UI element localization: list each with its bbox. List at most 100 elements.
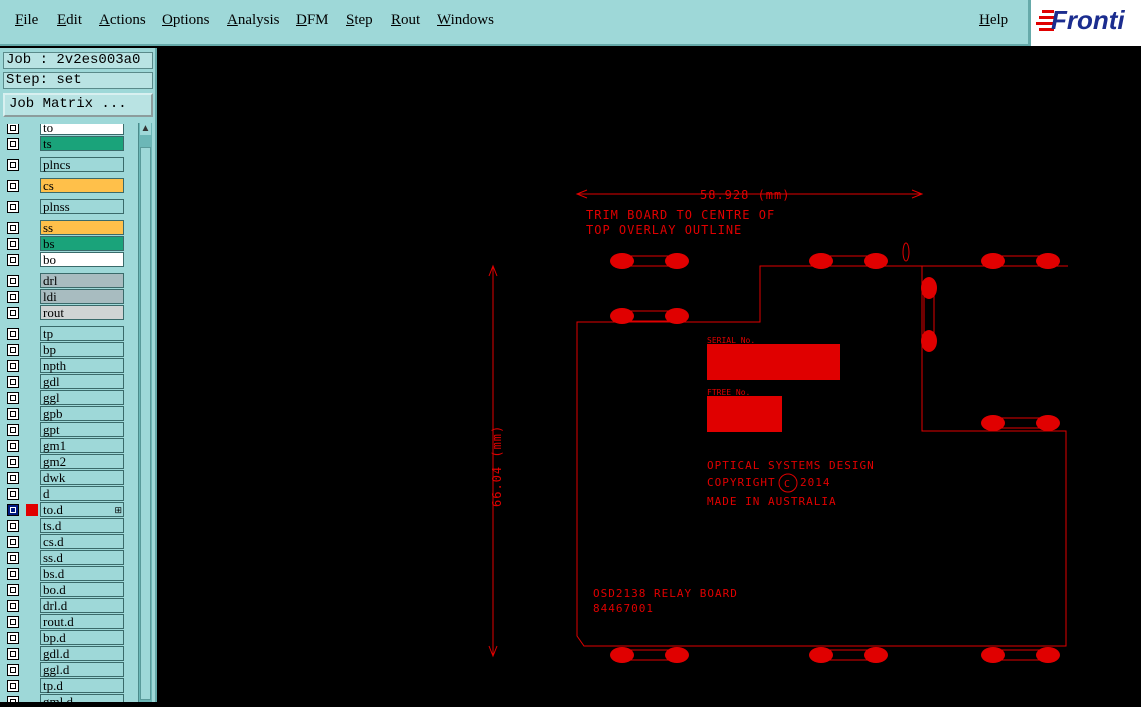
layer-name[interactable]: bo bbox=[40, 252, 124, 267]
layer-name[interactable]: ggl.d bbox=[40, 662, 124, 677]
layer-checkbox[interactable] bbox=[7, 648, 19, 660]
layer-row[interactable]: plncs bbox=[4, 157, 136, 173]
layer-row[interactable]: bs.d bbox=[4, 566, 136, 582]
layer-checkbox[interactable] bbox=[7, 124, 19, 134]
layer-row[interactable]: gpt bbox=[4, 422, 136, 438]
layer-row[interactable]: ss bbox=[4, 220, 136, 236]
layer-scrollbar[interactable]: ▲ bbox=[138, 123, 152, 702]
layer-name[interactable]: ggl bbox=[40, 390, 124, 405]
layer-row[interactable]: ggl.d bbox=[4, 662, 136, 678]
layer-checkbox[interactable] bbox=[7, 275, 19, 287]
menu-step[interactable]: Step bbox=[346, 12, 373, 29]
layer-row[interactable]: ts bbox=[4, 136, 136, 152]
layer-name[interactable]: dwk bbox=[40, 470, 124, 485]
layer-row[interactable]: bo bbox=[4, 252, 136, 268]
layer-row[interactable]: cs.d bbox=[4, 534, 136, 550]
layer-checkbox[interactable] bbox=[7, 584, 19, 596]
layer-name[interactable]: bs.d bbox=[40, 566, 124, 581]
layer-name[interactable]: tp.d bbox=[40, 678, 124, 693]
layer-row[interactable]: gdl bbox=[4, 374, 136, 390]
layer-checkbox[interactable] bbox=[7, 632, 19, 644]
layer-name[interactable]: ldi bbox=[40, 289, 124, 304]
layer-name[interactable]: ss.d bbox=[40, 550, 124, 565]
layer-checkbox[interactable] bbox=[7, 307, 19, 319]
layer-row[interactable]: cs bbox=[4, 178, 136, 194]
layer-name[interactable]: drl.d bbox=[40, 598, 124, 613]
layer-name[interactable]: gdl.d bbox=[40, 646, 124, 661]
menu-edit[interactable]: Edit bbox=[57, 12, 82, 29]
menu-options[interactable]: Options bbox=[162, 12, 210, 29]
layer-checkbox[interactable] bbox=[7, 424, 19, 436]
layer-checkbox[interactable] bbox=[7, 504, 19, 516]
layer-name[interactable]: ts.d bbox=[40, 518, 124, 533]
layer-checkbox[interactable] bbox=[7, 222, 19, 234]
menu-dfm[interactable]: DFM bbox=[296, 12, 329, 29]
menu-actions[interactable]: Actions bbox=[99, 12, 146, 29]
layer-checkbox[interactable] bbox=[7, 328, 19, 340]
layer-name[interactable]: gm2 bbox=[40, 454, 124, 469]
layer-name[interactable]: plncs bbox=[40, 157, 124, 172]
layer-row[interactable]: rout.d bbox=[4, 614, 136, 630]
layer-checkbox[interactable] bbox=[7, 664, 19, 676]
layer-row[interactable]: d bbox=[4, 486, 136, 502]
layer-checkbox[interactable] bbox=[7, 392, 19, 404]
layer-name[interactable]: npth bbox=[40, 358, 124, 373]
layer-name[interactable]: gml.d bbox=[40, 694, 124, 702]
layer-row[interactable]: bp bbox=[4, 342, 136, 358]
layer-row[interactable]: to.d ⊞ bbox=[4, 502, 136, 518]
layer-row[interactable]: ts.d bbox=[4, 518, 136, 534]
layer-name[interactable]: ts bbox=[40, 136, 124, 151]
job-matrix-button[interactable]: Job Matrix ... bbox=[3, 93, 153, 117]
layer-checkbox[interactable] bbox=[7, 201, 19, 213]
layer-name[interactable]: rout.d bbox=[40, 614, 124, 629]
layer-row[interactable]: bo.d bbox=[4, 582, 136, 598]
layer-name[interactable]: gdl bbox=[40, 374, 124, 389]
graphic-canvas[interactable]: 58.928 (mm) 66.04 (mm) TRIM BOARD TO CEN… bbox=[157, 48, 1141, 702]
layer-name[interactable]: bp.d bbox=[40, 630, 124, 645]
layer-name[interactable]: gm1 bbox=[40, 438, 124, 453]
layer-row[interactable]: gml.d bbox=[4, 694, 136, 702]
layer-row[interactable]: gm1 bbox=[4, 438, 136, 454]
layer-checkbox[interactable] bbox=[7, 238, 19, 250]
expand-icon[interactable]: ⊞ bbox=[114, 504, 122, 517]
layer-checkbox[interactable] bbox=[7, 680, 19, 692]
layer-name[interactable]: gpb bbox=[40, 406, 124, 421]
layer-row[interactable]: ss.d bbox=[4, 550, 136, 566]
layer-name[interactable]: rout bbox=[40, 305, 124, 320]
layer-checkbox[interactable] bbox=[7, 376, 19, 388]
layer-row[interactable]: tp bbox=[4, 326, 136, 342]
layer-name[interactable]: plnss bbox=[40, 199, 124, 214]
layer-checkbox[interactable] bbox=[7, 456, 19, 468]
layer-name[interactable]: ss bbox=[40, 220, 124, 235]
layer-name[interactable]: to.d ⊞ bbox=[40, 502, 124, 517]
layer-row[interactable]: npth bbox=[4, 358, 136, 374]
layer-checkbox[interactable] bbox=[7, 552, 19, 564]
layer-name[interactable]: bp bbox=[40, 342, 124, 357]
layer-checkbox[interactable] bbox=[7, 408, 19, 420]
layer-checkbox[interactable] bbox=[7, 360, 19, 372]
scroll-up-arrow-icon[interactable]: ▲ bbox=[140, 123, 151, 135]
layer-checkbox[interactable] bbox=[7, 344, 19, 356]
layer-checkbox[interactable] bbox=[7, 440, 19, 452]
layer-row[interactable]: rout bbox=[4, 305, 136, 321]
layer-checkbox[interactable] bbox=[7, 488, 19, 500]
layer-checkbox[interactable] bbox=[7, 180, 19, 192]
layer-row[interactable]: ldi bbox=[4, 289, 136, 305]
layer-row[interactable]: gm2 bbox=[4, 454, 136, 470]
layer-checkbox[interactable] bbox=[7, 291, 19, 303]
layer-row[interactable]: gpb bbox=[4, 406, 136, 422]
layer-checkbox[interactable] bbox=[7, 520, 19, 532]
layer-name[interactable]: cs bbox=[40, 178, 124, 193]
layer-name[interactable]: tp bbox=[40, 326, 124, 341]
layer-checkbox[interactable] bbox=[7, 568, 19, 580]
layer-checkbox[interactable] bbox=[7, 472, 19, 484]
layer-row[interactable]: gdl.d bbox=[4, 646, 136, 662]
scroll-thumb[interactable] bbox=[140, 147, 151, 700]
layer-row[interactable]: bp.d bbox=[4, 630, 136, 646]
layer-checkbox[interactable] bbox=[7, 696, 19, 702]
layer-checkbox[interactable] bbox=[7, 616, 19, 628]
layer-name[interactable]: bo.d bbox=[40, 582, 124, 597]
layer-name[interactable]: bs bbox=[40, 236, 124, 251]
menu-analysis[interactable]: Analysis bbox=[227, 12, 280, 29]
layer-name[interactable]: drl bbox=[40, 273, 124, 288]
